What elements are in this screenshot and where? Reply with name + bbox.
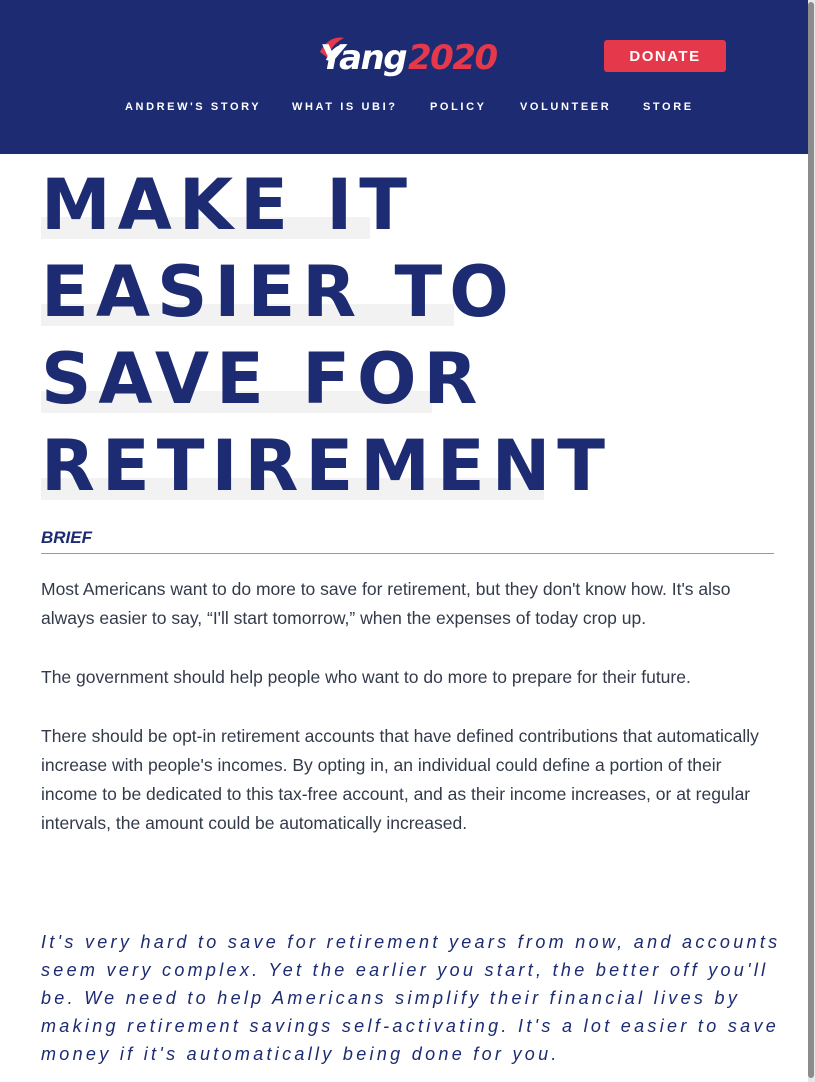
brief-label: BRIEF: [41, 528, 92, 547]
nav-volunteer[interactable]: VOLUNTEER: [520, 101, 611, 113]
brief-divider: [41, 553, 774, 554]
nav-store[interactable]: STORE: [643, 101, 694, 113]
nav-policy[interactable]: POLICY: [430, 101, 487, 113]
donate-button[interactable]: DONATE: [604, 40, 726, 72]
brief-paragraph: Most Americans want to do more to save f…: [41, 579, 731, 628]
main-nav: ANDREW'S STORY WHAT IS UBI? POLICY VOLUN…: [0, 101, 808, 115]
brief-paragraph: There should be opt-in retirement accoun…: [41, 726, 759, 833]
scrollbar-thumb[interactable]: [808, 2, 814, 1078]
page-title-line: SAVE FOR: [41, 338, 485, 420]
nav-what-is-ubi[interactable]: WHAT IS UBI?: [292, 101, 398, 113]
page-title-line: EASIER TO: [41, 251, 516, 333]
site-header: Yang 2020 DONATE ANDREW'S STORY WHAT IS …: [0, 0, 808, 154]
brief-paragraph: The government should help people who wa…: [41, 667, 691, 687]
page-title-line: RETIREMENT: [41, 425, 613, 507]
yang2020-logo[interactable]: Yang 2020: [318, 34, 498, 80]
logo-year: 2020: [408, 38, 498, 78]
logo-word: Yang: [320, 38, 408, 78]
pull-quote: It's very hard to save for retirement ye…: [41, 932, 781, 1064]
page-title-line: MAKE IT: [41, 164, 415, 246]
nav-andrews-story[interactable]: ANDREW'S STORY: [125, 101, 261, 113]
